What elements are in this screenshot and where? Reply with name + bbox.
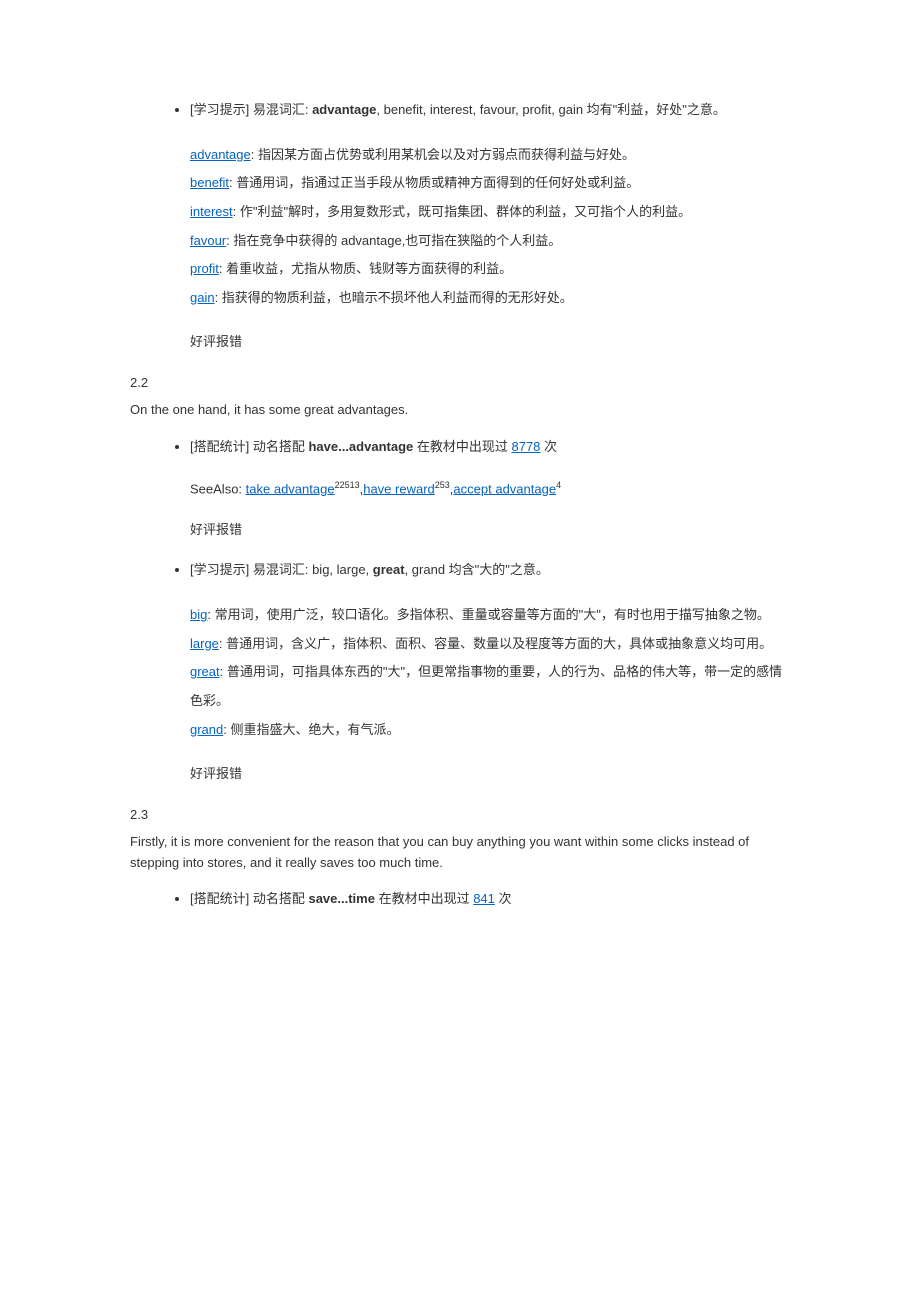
def-row: favour: 指在竞争中获得的 advantage,也可指在狭隘的个人利益。 bbox=[190, 227, 790, 256]
tip-item-advantage: [学习提示] 易混词汇: advantage, benefit, interes… bbox=[190, 100, 790, 353]
tip-tag: [学习提示] bbox=[190, 102, 249, 117]
seealso-link[interactable]: have reward bbox=[363, 481, 435, 496]
actions-like-report[interactable]: 好评报错 bbox=[190, 332, 790, 353]
colloc-bold-word: have...advantage bbox=[308, 439, 413, 454]
def-row: interest: 作"利益"解时，多用复数形式，既可指集团、群体的利益，又可指… bbox=[190, 198, 790, 227]
def-link-gain[interactable]: gain bbox=[190, 290, 215, 305]
tip-item-great: [学习提示] 易混词汇: big, large, great, grand 均含… bbox=[190, 560, 790, 785]
def-link-advantage[interactable]: advantage bbox=[190, 147, 251, 162]
colloc-prefix: 动名搭配 bbox=[249, 891, 308, 906]
tip-bold-word: great bbox=[373, 562, 405, 577]
seealso-link[interactable]: accept advantage bbox=[453, 481, 556, 496]
colloc-count-link[interactable]: 8778 bbox=[511, 439, 540, 454]
def-text: : 普通用词，指通过正当手段从物质或精神方面得到的任何好处或利益。 bbox=[229, 175, 639, 190]
def-row: profit: 着重收益，尤指从物质、钱财等方面获得的利益。 bbox=[190, 255, 790, 284]
sentence-22: On the one hand, it has some great advan… bbox=[130, 400, 790, 421]
def-text: : 指因某方面占优势或利用某机会以及对方弱点而获得利益与好处。 bbox=[251, 147, 635, 162]
def-link-grand[interactable]: grand bbox=[190, 722, 223, 737]
definition-list-advantage: advantage: 指因某方面占优势或利用某机会以及对方弱点而获得利益与好处。… bbox=[190, 141, 790, 313]
def-link-favour[interactable]: favour bbox=[190, 233, 226, 248]
sentence-23: Firstly, it is more convenient for the r… bbox=[130, 832, 790, 874]
colloc-count-link[interactable]: 841 bbox=[473, 891, 495, 906]
tips-list-3: [搭配统计] 动名搭配 save...time 在教材中出现过 841 次 bbox=[130, 889, 790, 910]
section-number-23: 2.3 bbox=[130, 805, 790, 826]
def-text: : 普通用词，含义广，指体积、面积、容量、数量以及程度等方面的大，具体或抽象意义… bbox=[219, 636, 772, 651]
definition-list-great: big: 常用词，使用广泛，较口语化。多指体积、重量或容量等方面的"大"，有时也… bbox=[190, 601, 790, 744]
tip-label-prefix: 易混词汇: big, large, bbox=[249, 562, 373, 577]
seealso-label: SeeAlso: bbox=[190, 481, 246, 496]
colloc-tag: [搭配统计] bbox=[190, 891, 249, 906]
def-text: : 侧重指盛大、绝大，有气派。 bbox=[223, 722, 399, 737]
tips-list-1: [学习提示] 易混词汇: advantage, benefit, interes… bbox=[130, 100, 790, 353]
seealso-sup: 253 bbox=[435, 480, 450, 490]
colloc-suffix: 次 bbox=[495, 891, 512, 906]
collocation-item-have-advantage: [搭配统计] 动名搭配 have...advantage 在教材中出现过 877… bbox=[190, 437, 790, 541]
def-row: great: 普通用词，可指具体东西的"大"，但更常指事物的重要，人的行为、品格… bbox=[190, 658, 790, 715]
def-link-benefit[interactable]: benefit bbox=[190, 175, 229, 190]
seealso-sup: 22513 bbox=[335, 480, 360, 490]
def-link-interest[interactable]: interest bbox=[190, 204, 233, 219]
actions-like-report[interactable]: 好评报错 bbox=[190, 520, 790, 541]
def-row: gain: 指获得的物质利益，也暗示不损坏他人利益而得的无形好处。 bbox=[190, 284, 790, 313]
seealso-sup: 4 bbox=[556, 480, 561, 490]
colloc-suffix: 次 bbox=[540, 439, 557, 454]
def-link-large[interactable]: large bbox=[190, 636, 219, 651]
tip-label-suffix: , grand 均含"大的"之意。 bbox=[405, 562, 549, 577]
def-link-profit[interactable]: profit bbox=[190, 261, 219, 276]
tip-tag: [学习提示] bbox=[190, 562, 249, 577]
colloc-mid: 在教材中出现过 bbox=[375, 891, 473, 906]
tip-bold-word: advantage bbox=[312, 102, 376, 117]
def-row: large: 普通用词，含义广，指体积、面积、容量、数量以及程度等方面的大，具体… bbox=[190, 630, 790, 659]
def-text: : 指在竞争中获得的 advantage,也可指在狭隘的个人利益。 bbox=[226, 233, 561, 248]
def-text: : 作"利益"解时，多用复数形式，既可指集团、群体的利益，又可指个人的利益。 bbox=[233, 204, 691, 219]
section-number-22: 2.2 bbox=[130, 373, 790, 394]
def-text: : 常用词，使用广泛，较口语化。多指体积、重量或容量等方面的"大"，有时也用于描… bbox=[207, 607, 769, 622]
def-text: : 指获得的物质利益，也暗示不损坏他人利益而得的无形好处。 bbox=[215, 290, 573, 305]
tip-label-prefix: 易混词汇: bbox=[249, 102, 312, 117]
colloc-tag: [搭配统计] bbox=[190, 439, 249, 454]
def-row: benefit: 普通用词，指通过正当手段从物质或精神方面得到的任何好处或利益。 bbox=[190, 169, 790, 198]
colloc-mid: 在教材中出现过 bbox=[413, 439, 511, 454]
def-text: : 普通用词，可指具体东西的"大"，但更常指事物的重要，人的行为、品格的伟大等，… bbox=[190, 664, 782, 708]
def-row: advantage: 指因某方面占优势或利用某机会以及对方弱点而获得利益与好处。 bbox=[190, 141, 790, 170]
def-link-great[interactable]: great bbox=[190, 664, 220, 679]
seealso-link[interactable]: take advantage bbox=[246, 481, 335, 496]
colloc-prefix: 动名搭配 bbox=[249, 439, 308, 454]
tips-list-2: [搭配统计] 动名搭配 have...advantage 在教材中出现过 877… bbox=[130, 437, 790, 785]
def-text: : 着重收益，尤指从物质、钱财等方面获得的利益。 bbox=[219, 261, 512, 276]
collocation-item-save-time: [搭配统计] 动名搭配 save...time 在教材中出现过 841 次 bbox=[190, 889, 790, 910]
def-link-big[interactable]: big bbox=[190, 607, 207, 622]
colloc-bold-word: save...time bbox=[308, 891, 375, 906]
seealso-block: SeeAlso: take advantage22513,have reward… bbox=[190, 478, 790, 500]
def-row: grand: 侧重指盛大、绝大，有气派。 bbox=[190, 716, 790, 745]
def-row: big: 常用词，使用广泛，较口语化。多指体积、重量或容量等方面的"大"，有时也… bbox=[190, 601, 790, 630]
actions-like-report[interactable]: 好评报错 bbox=[190, 764, 790, 785]
tip-label-suffix: , benefit, interest, favour, profit, gai… bbox=[376, 102, 726, 117]
